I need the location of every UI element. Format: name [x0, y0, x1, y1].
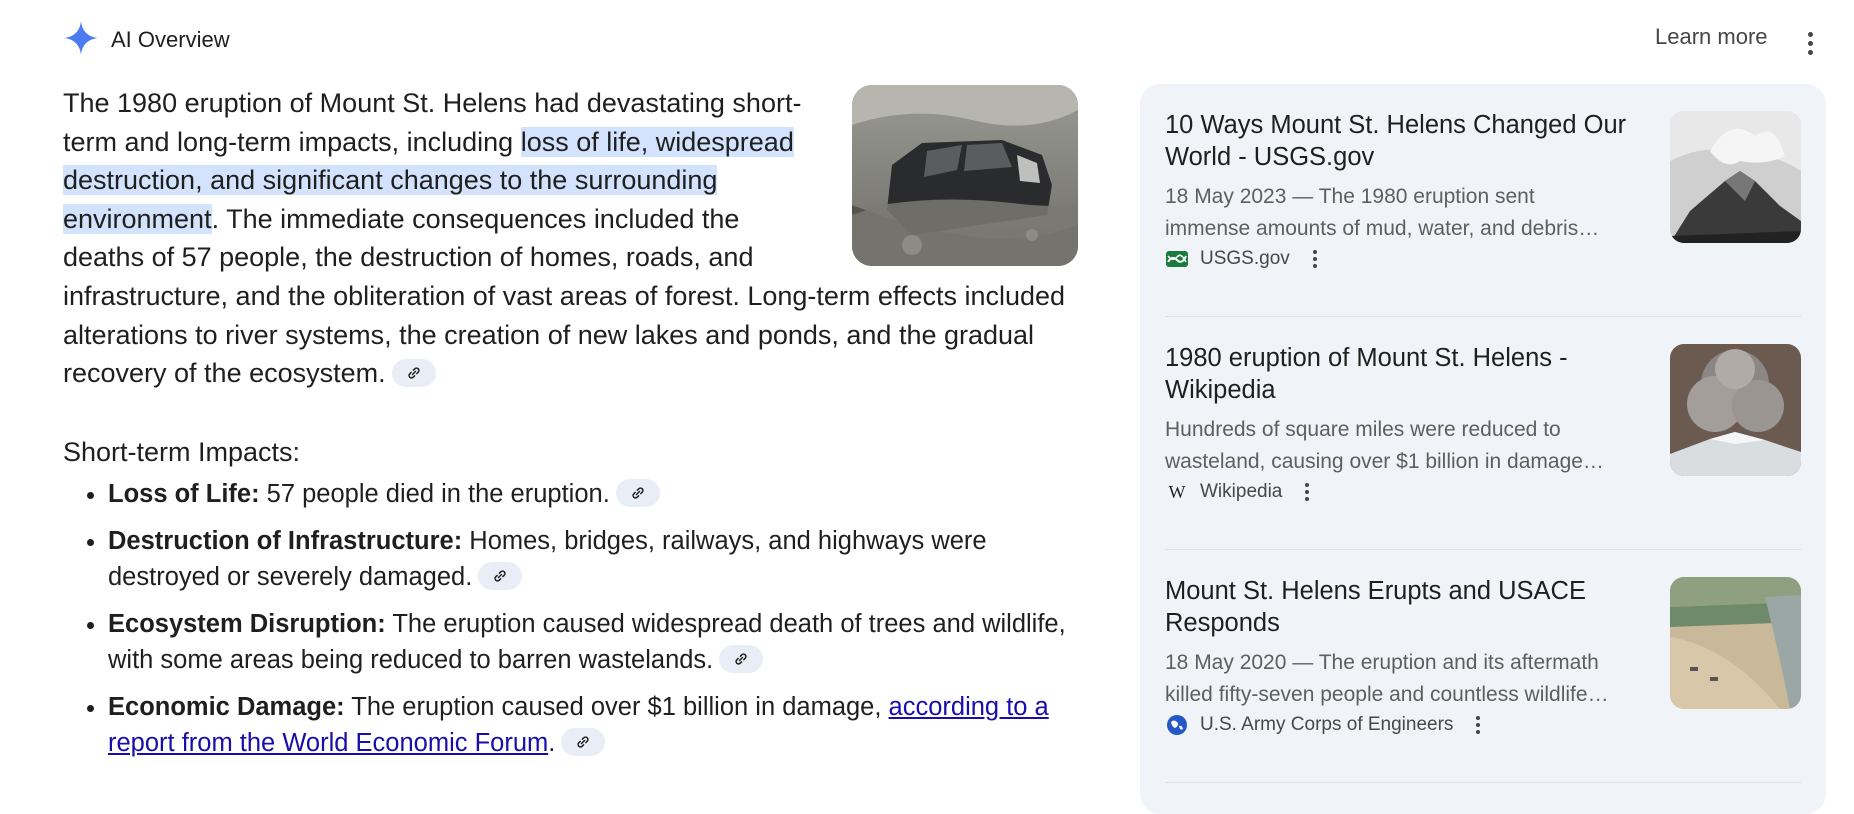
source-site: W Wikipedia	[1165, 477, 1314, 507]
source-menu-icon[interactable]	[1308, 246, 1322, 272]
snippet-line: 18 May 2020 — The eruption and its after…	[1165, 651, 1599, 674]
link-icon	[494, 570, 506, 582]
globe-icon	[1165, 713, 1189, 737]
usgs-icon	[1165, 247, 1189, 271]
link-icon	[577, 736, 589, 748]
overview-image[interactable]	[852, 85, 1078, 266]
source-site: U.S. Army Corps of Engineers	[1165, 710, 1485, 740]
citation-link-button[interactable]	[719, 645, 764, 674]
ai-overview-header: AI Overview	[63, 20, 230, 61]
list-item-heading: Ecosystem Disruption:	[108, 610, 386, 639]
ai-overview-title: AI Overview	[111, 27, 230, 52]
list-item: Loss of Life: 57 people died in the erup…	[108, 477, 1078, 513]
source-card-title[interactable]: 1980 eruption of Mount St. Helens - Wiki…	[1165, 342, 1645, 406]
citation-link-button[interactable]	[391, 359, 436, 388]
wikipedia-icon: W	[1165, 480, 1189, 504]
link-icon	[735, 653, 747, 665]
source-card[interactable]: 1980 eruption of Mount St. Helens - Wiki…	[1165, 317, 1801, 549]
snippet-line: killed fifty-seven people and countless …	[1165, 683, 1609, 706]
overview-content: The 1980 eruption of Mount St. Helens ha…	[63, 84, 1078, 773]
list-item-punctuation: .	[548, 728, 556, 757]
impacts-list: Loss of Life: 57 people died in the erup…	[63, 477, 1078, 762]
svg-text:W: W	[1169, 482, 1186, 502]
source-site-name: U.S. Army Corps of Engineers	[1200, 714, 1454, 735]
more-vert-icon[interactable]	[1800, 26, 1820, 60]
snippet-line: 18 May 2023 — The 1980 eruption sent	[1165, 185, 1535, 208]
source-card[interactable]: 10 Ways Mount St. Helens Changed Our Wor…	[1165, 84, 1801, 316]
list-item: Destruction of Infrastructure: Homes, br…	[108, 524, 1078, 595]
source-card-snippet: Hundreds of square miles were reduced to…	[1165, 414, 1645, 478]
list-item-heading: Destruction of Infrastructure:	[108, 527, 463, 556]
snippet-line: wasteland, causing over $1 billion in da…	[1165, 450, 1604, 473]
sources-panel: 10 Ways Mount St. Helens Changed Our Wor…	[1140, 84, 1826, 814]
citation-link-button[interactable]	[615, 479, 660, 508]
source-menu-icon[interactable]	[1471, 712, 1485, 738]
citation-link-button[interactable]	[478, 562, 523, 591]
source-card-title[interactable]: Mount St. Helens Erupts and USACE Respon…	[1165, 575, 1645, 639]
list-item-heading: Loss of Life:	[108, 479, 260, 508]
source-card-snippet: 18 May 2020 — The eruption and its after…	[1165, 647, 1645, 711]
list-item-text: 57 people died in the eruption.	[259, 479, 610, 508]
list-item-heading: Economic Damage:	[108, 693, 345, 722]
snippet-line: Hundreds of square miles were reduced to	[1165, 418, 1561, 441]
source-site: USGS.gov	[1165, 244, 1322, 274]
list-item: Ecosystem Disruption: The eruption cause…	[108, 607, 1078, 678]
sparkle-icon	[63, 20, 99, 61]
card-divider	[1165, 782, 1801, 783]
source-site-name: USGS.gov	[1200, 248, 1290, 269]
source-thumbnail[interactable]	[1670, 111, 1801, 243]
link-icon	[408, 367, 420, 379]
source-thumbnail[interactable]	[1670, 344, 1801, 476]
snippet-line: immense amounts of mud, water, and debri…	[1165, 217, 1600, 240]
source-card-title[interactable]: 10 Ways Mount St. Helens Changed Our Wor…	[1165, 109, 1645, 173]
source-menu-icon[interactable]	[1300, 479, 1314, 505]
citation-link-button[interactable]	[561, 728, 606, 757]
section-heading: Short-term Impacts:	[63, 436, 301, 467]
source-card[interactable]: Mount St. Helens Erupts and USACE Respon…	[1165, 550, 1801, 782]
learn-more-link[interactable]: Learn more	[1655, 24, 1768, 50]
list-item-text: The eruption caused over $1 billion in d…	[344, 693, 889, 722]
source-thumbnail[interactable]	[1670, 577, 1801, 709]
source-site-name: Wikipedia	[1200, 481, 1283, 502]
list-item: Economic Damage: The eruption caused ove…	[108, 690, 1078, 761]
link-icon	[632, 487, 644, 499]
source-card-snippet: 18 May 2023 — The 1980 eruption sent imm…	[1165, 181, 1645, 245]
